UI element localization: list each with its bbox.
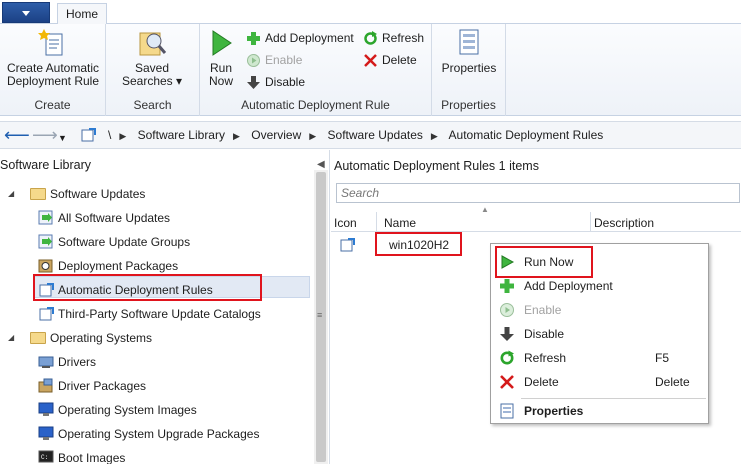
catalog-icon: [38, 306, 54, 321]
ribbon-enable-button[interactable]: Enable: [246, 50, 302, 70]
group-label-adr: Automatic Deployment Rule: [241, 98, 390, 112]
group-label-search: Search: [133, 98, 172, 112]
tree-title: Software Library: [0, 158, 92, 172]
menu-item-delete[interactable]: Delete Delete: [491, 370, 708, 394]
tab-home[interactable]: Home: [57, 3, 107, 25]
saved-searches-label: Saved Searches ▾: [121, 61, 183, 88]
forward-arrow-icon[interactable]: ⟶: [32, 125, 58, 145]
search-input[interactable]: Search: [336, 183, 740, 203]
ribbon-run-now-button[interactable]: Run Now: [204, 28, 238, 88]
breadcrumb-software-updates[interactable]: Software Updates: [328, 128, 423, 142]
adr-icon: [339, 237, 355, 252]
driver-icon: [38, 354, 54, 369]
os-image-icon: [38, 402, 54, 417]
address-bar: ⟵ ⟶ ▼ \ ▶ Software Library ▶ Overview ▶ Sof…: [0, 121, 741, 149]
create-adr-button[interactable]: Create Automatic Deployment Rule: [2, 28, 104, 88]
saved-searches-icon: [137, 28, 167, 58]
back-arrow-icon[interactable]: ⟵: [4, 125, 30, 145]
ribbon-delete-button[interactable]: Delete: [363, 50, 417, 70]
column-header-name[interactable]: Name: [381, 212, 591, 232]
highlight-box-adr-node: [33, 274, 262, 301]
breadcrumb: \ ▶ Software Library ▶ Overview ▶ Software …: [108, 122, 611, 148]
properties-icon: [457, 28, 481, 58]
disable-icon: [499, 326, 515, 342]
properties-icon: [499, 403, 515, 419]
run-now-label: Run Now: [208, 61, 233, 88]
saved-searches-button[interactable]: Saved Searches ▾: [120, 28, 184, 88]
ribbon: Create Automatic Deployment Rule Create …: [0, 24, 741, 116]
breadcrumb-separator-icon: ▶: [119, 131, 127, 141]
column-header-description[interactable]: Description: [591, 212, 741, 232]
menu-item-enable[interactable]: Enable: [491, 298, 708, 322]
boot-image-icon: C:: [38, 450, 54, 464]
grid-header: Icon Name ▲ Description: [331, 205, 741, 232]
expand-icon[interactable]: ◢: [8, 183, 14, 205]
delete-label: Delete: [382, 53, 417, 67]
create-rule-icon: [38, 28, 68, 58]
ribbon-add-deployment-button[interactable]: Add Deployment: [246, 28, 354, 48]
column-header-icon[interactable]: Icon: [331, 212, 377, 232]
driver-package-icon: [38, 378, 54, 393]
disable-icon: [246, 75, 261, 90]
history-dropdown-icon[interactable]: ▼: [58, 128, 67, 148]
pane-title: Automatic Deployment Rules 1 items: [334, 159, 539, 173]
ribbon-refresh-button[interactable]: Refresh: [363, 28, 424, 48]
group-label-create: Create: [34, 98, 71, 112]
ribbon-tab-strip: Home: [0, 0, 741, 25]
context-menu: Run Now Add Deployment Enable Disable Re…: [490, 243, 709, 424]
navigation-tree: Software Library ◀ ◢ Software Updates Al…: [0, 150, 330, 464]
application-menu-button[interactable]: [2, 2, 50, 23]
scroll-grip-icon: ≡: [317, 310, 323, 320]
folder-icon: [30, 188, 46, 200]
software-update-icon: [38, 210, 54, 225]
enable-icon: [499, 302, 515, 318]
refresh-icon: [363, 31, 378, 46]
shortcut-delete: Delete: [655, 375, 690, 389]
menu-item-properties[interactable]: Properties: [491, 399, 708, 423]
ribbon-disable-button[interactable]: Disable: [246, 72, 305, 92]
create-adr-label: Create Automatic Deployment Rule: [6, 61, 100, 88]
breadcrumb-overview[interactable]: Overview: [251, 128, 301, 142]
ribbon-properties-button[interactable]: Properties: [438, 28, 500, 75]
enable-icon: [246, 53, 261, 68]
highlight-box-row: [375, 232, 462, 256]
refresh-icon: [499, 350, 515, 366]
breadcrumb-separator-icon: ▶: [309, 131, 317, 141]
highlight-box-run-now: [495, 246, 593, 278]
menu-item-disable[interactable]: Disable: [491, 322, 708, 346]
breadcrumb-separator-icon: ▶: [430, 131, 438, 141]
disable-label: Disable: [265, 75, 306, 89]
os-upgrade-icon: [38, 426, 54, 441]
collapse-pane-icon[interactable]: ◀: [317, 159, 325, 170]
breadcrumb-software-library[interactable]: Software Library: [138, 128, 225, 142]
adr-location-icon: [80, 127, 96, 142]
breadcrumb-root[interactable]: \: [108, 128, 111, 142]
breadcrumb-separator-icon: ▶: [232, 131, 240, 141]
run-now-icon: [209, 28, 233, 58]
ribbon-group-create: Create Automatic Deployment Rule Create: [0, 24, 106, 116]
delete-icon: [499, 374, 515, 390]
breadcrumb-adr[interactable]: Automatic Deployment Rules: [449, 128, 604, 142]
ribbon-group-adr: Run Now Add Deployment Enable Disable Re…: [200, 24, 432, 116]
svg-text:C:: C:: [41, 454, 48, 461]
expand-icon[interactable]: ◢: [8, 327, 14, 349]
package-icon: [38, 258, 54, 273]
add-deployment-icon: [246, 31, 261, 46]
add-deployment-label: Add Deployment: [265, 31, 354, 45]
sort-ascending-icon: ▲: [481, 205, 489, 214]
chevron-down-icon: [22, 11, 30, 16]
add-deployment-icon: [499, 278, 515, 294]
ribbon-group-search: Saved Searches ▾ Search: [106, 24, 200, 116]
delete-icon: [363, 53, 378, 68]
ribbon-group-properties: Properties Properties: [432, 24, 506, 116]
refresh-label: Refresh: [382, 31, 425, 45]
properties-label: Properties: [441, 61, 497, 75]
folder-icon: [30, 332, 46, 344]
shortcut-f5: F5: [655, 351, 670, 365]
update-group-icon: [38, 234, 54, 249]
menu-item-refresh[interactable]: Refresh F5: [491, 346, 708, 370]
enable-label: Enable: [265, 53, 303, 67]
group-label-properties: Properties: [441, 98, 496, 112]
